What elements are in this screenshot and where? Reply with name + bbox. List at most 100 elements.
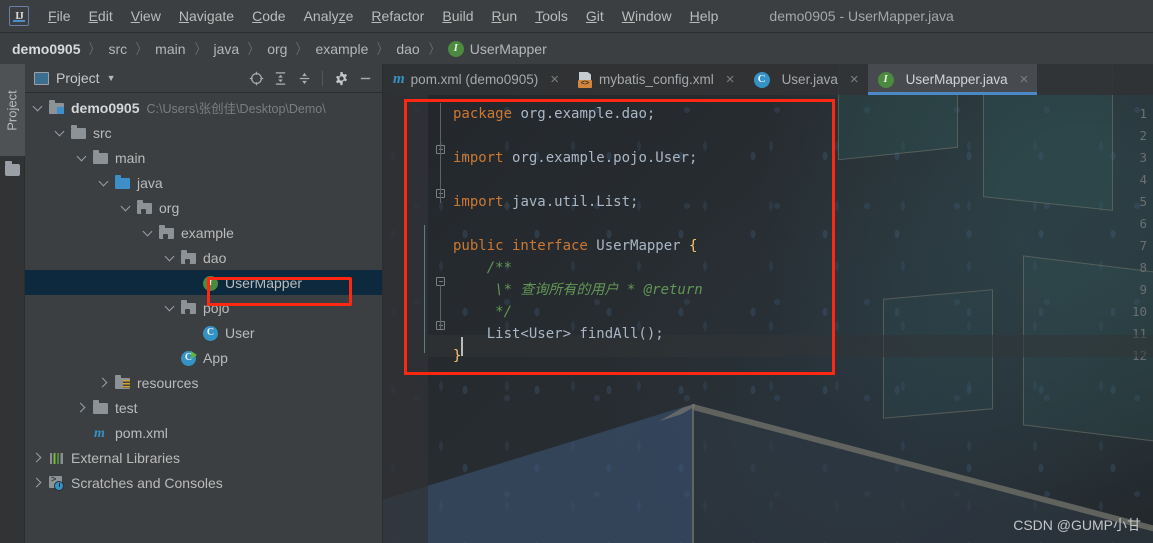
code-editor[interactable]: 123456789101112 package org.example.dao;…: [383, 95, 1153, 543]
breadcrumb-item-org[interactable]: org: [267, 41, 287, 57]
editor-tab-usermapper-java[interactable]: I UserMapper.java ×: [867, 64, 1038, 95]
collapse-all-icon[interactable]: [293, 67, 315, 89]
menu-item-view[interactable]: View: [122, 5, 170, 27]
gear-icon-svg: [335, 71, 347, 85]
tree-node-example[interactable]: example: [25, 220, 382, 245]
breadcrumb-label: demo0905: [12, 40, 81, 57]
tree-node-scratches-and-consoles[interactable]: Scratches and Consoles: [25, 470, 382, 495]
menu-item-file[interactable]: File: [39, 5, 80, 27]
breadcrumb-item-java[interactable]: java: [214, 41, 240, 57]
chevron-right-icon[interactable]: [33, 477, 44, 488]
menu-item-build[interactable]: Build: [433, 5, 482, 27]
tree-node-label: Scratches and Consoles: [71, 474, 223, 491]
code-token: */: [453, 304, 513, 320]
breadcrumb-item-example[interactable]: example: [315, 41, 368, 57]
folder-shape: [181, 249, 196, 264]
tree-node-dao[interactable]: dao: [25, 245, 382, 270]
structure-folder-icon[interactable]: [5, 161, 20, 176]
menu-item-window[interactable]: Window: [613, 5, 681, 27]
breadcrumb-item-src[interactable]: src: [108, 41, 127, 57]
breadcrumb-label: org: [267, 40, 288, 57]
chevron-right-icon[interactable]: [77, 402, 88, 413]
gear-icon[interactable]: [330, 67, 352, 89]
collapse-all-icon-svg: [299, 72, 309, 84]
menu-item-analyze[interactable]: Analyze: [295, 5, 363, 27]
chevron-down-icon[interactable]: [165, 252, 176, 263]
chevron-down-icon[interactable]: [99, 177, 110, 188]
chevron-right-icon[interactable]: [33, 452, 44, 463]
interface-icon-letter: I: [453, 42, 458, 54]
expand-all-icon[interactable]: [269, 67, 291, 89]
breadcrumb-separator: 〉: [135, 40, 147, 57]
chevron-down-icon[interactable]: [165, 302, 176, 313]
tree-node-usermapper[interactable]: I UserMapper: [25, 270, 382, 295]
class-badge: C: [203, 325, 218, 341]
hide-window-icon[interactable]: [354, 67, 376, 89]
breadcrumb-label: UserMapper: [469, 40, 547, 57]
breadcrumb-separator: 〉: [428, 40, 439, 57]
menu-accel-char: R: [371, 8, 382, 24]
expand-all-icon-svg: [275, 71, 285, 85]
project-tree[interactable]: demo0905 C:\Users\张创佳\Desktop\Demo\ src mai…: [25, 93, 382, 543]
locate-icon[interactable]: [245, 67, 267, 89]
tree-node-main[interactable]: main: [25, 145, 382, 170]
menu-item-run[interactable]: Run: [483, 5, 527, 27]
breadcrumb-item-usermapper[interactable]: I UserMapper: [447, 40, 547, 57]
tree-node-resources[interactable]: resources: [25, 370, 382, 395]
menu-item-tools[interactable]: Tools: [526, 5, 577, 27]
close-icon[interactable]: ×: [1020, 72, 1029, 87]
tree-node-pojo[interactable]: pojo: [25, 295, 382, 320]
close-icon[interactable]: ×: [850, 72, 859, 87]
menu-item-refactor[interactable]: Refactor: [362, 5, 433, 27]
breadcrumb-item-dao[interactable]: dao: [396, 41, 419, 57]
runnable-class-icon: C: [180, 350, 197, 366]
chevron-down-icon[interactable]: [33, 102, 44, 113]
chevron-right-icon[interactable]: [99, 377, 110, 388]
class-icon-letter: C: [757, 73, 766, 85]
tree-node-demo0905[interactable]: demo0905 C:\Users\张创佳\Desktop\Demo\: [25, 95, 382, 120]
chevron-down-icon[interactable]: ▼: [107, 73, 116, 83]
source-code[interactable]: package org.example.dao; import org.exam…: [453, 103, 703, 367]
editor-gutter[interactable]: [383, 95, 428, 543]
menu-item-code[interactable]: Code: [243, 5, 294, 27]
package-icon: [180, 299, 197, 316]
tree-node-app[interactable]: C App: [25, 345, 382, 370]
folder-shape: [93, 399, 108, 414]
breadcrumb-item-demo0905[interactable]: demo0905: [12, 41, 80, 57]
editor-tab-label: User.java: [781, 72, 838, 87]
close-icon[interactable]: ×: [550, 72, 559, 87]
menu-item-edit[interactable]: Edit: [80, 5, 122, 27]
chevron-down-icon[interactable]: [143, 227, 154, 238]
tree-node-user[interactable]: C User: [25, 320, 382, 345]
line-number: 5: [1139, 194, 1147, 209]
tree-node-org[interactable]: org: [25, 195, 382, 220]
tree-node-java[interactable]: java: [25, 170, 382, 195]
folder-icon: [70, 124, 87, 141]
tree-node-label: resources: [137, 374, 199, 391]
chevron-down-icon[interactable]: [55, 127, 66, 138]
xml-file-icon: [578, 72, 593, 88]
chevron-down-icon[interactable]: [77, 152, 88, 163]
menu-item-help[interactable]: Help: [681, 5, 728, 27]
code-line: import java.util.List;: [453, 191, 703, 213]
tree-node-label: org: [159, 199, 180, 216]
tree-node-pom-xml[interactable]: m pom.xml: [25, 420, 382, 445]
breadcrumb-item-main[interactable]: main: [155, 41, 185, 57]
watermark-text: CSDN @GUMP小甘: [1013, 517, 1141, 533]
tree-node-label: demo0905: [71, 99, 140, 116]
editor-tab-pom-xml-demo0905-[interactable]: m pom.xml (demo0905) ×: [383, 64, 568, 95]
editor-tab-mybatis-config-xml[interactable]: mybatis_config.xml ×: [568, 64, 744, 95]
editor-tab-user-java[interactable]: C User.java ×: [744, 64, 868, 95]
menu-item-navigate[interactable]: Navigate: [170, 5, 243, 27]
tree-node-external-libraries[interactable]: External Libraries: [25, 445, 382, 470]
tool-window-button-project[interactable]: Project: [0, 64, 25, 156]
tree-node-test[interactable]: test: [25, 395, 382, 420]
tree-node-src[interactable]: src: [25, 120, 382, 145]
menu-bar: IJ File Edit View Navigate Code Analyze Refact…: [0, 0, 1153, 33]
close-icon[interactable]: ×: [726, 72, 735, 87]
menu-item-git[interactable]: Git: [577, 5, 613, 27]
chevron-down-icon[interactable]: [121, 202, 132, 213]
